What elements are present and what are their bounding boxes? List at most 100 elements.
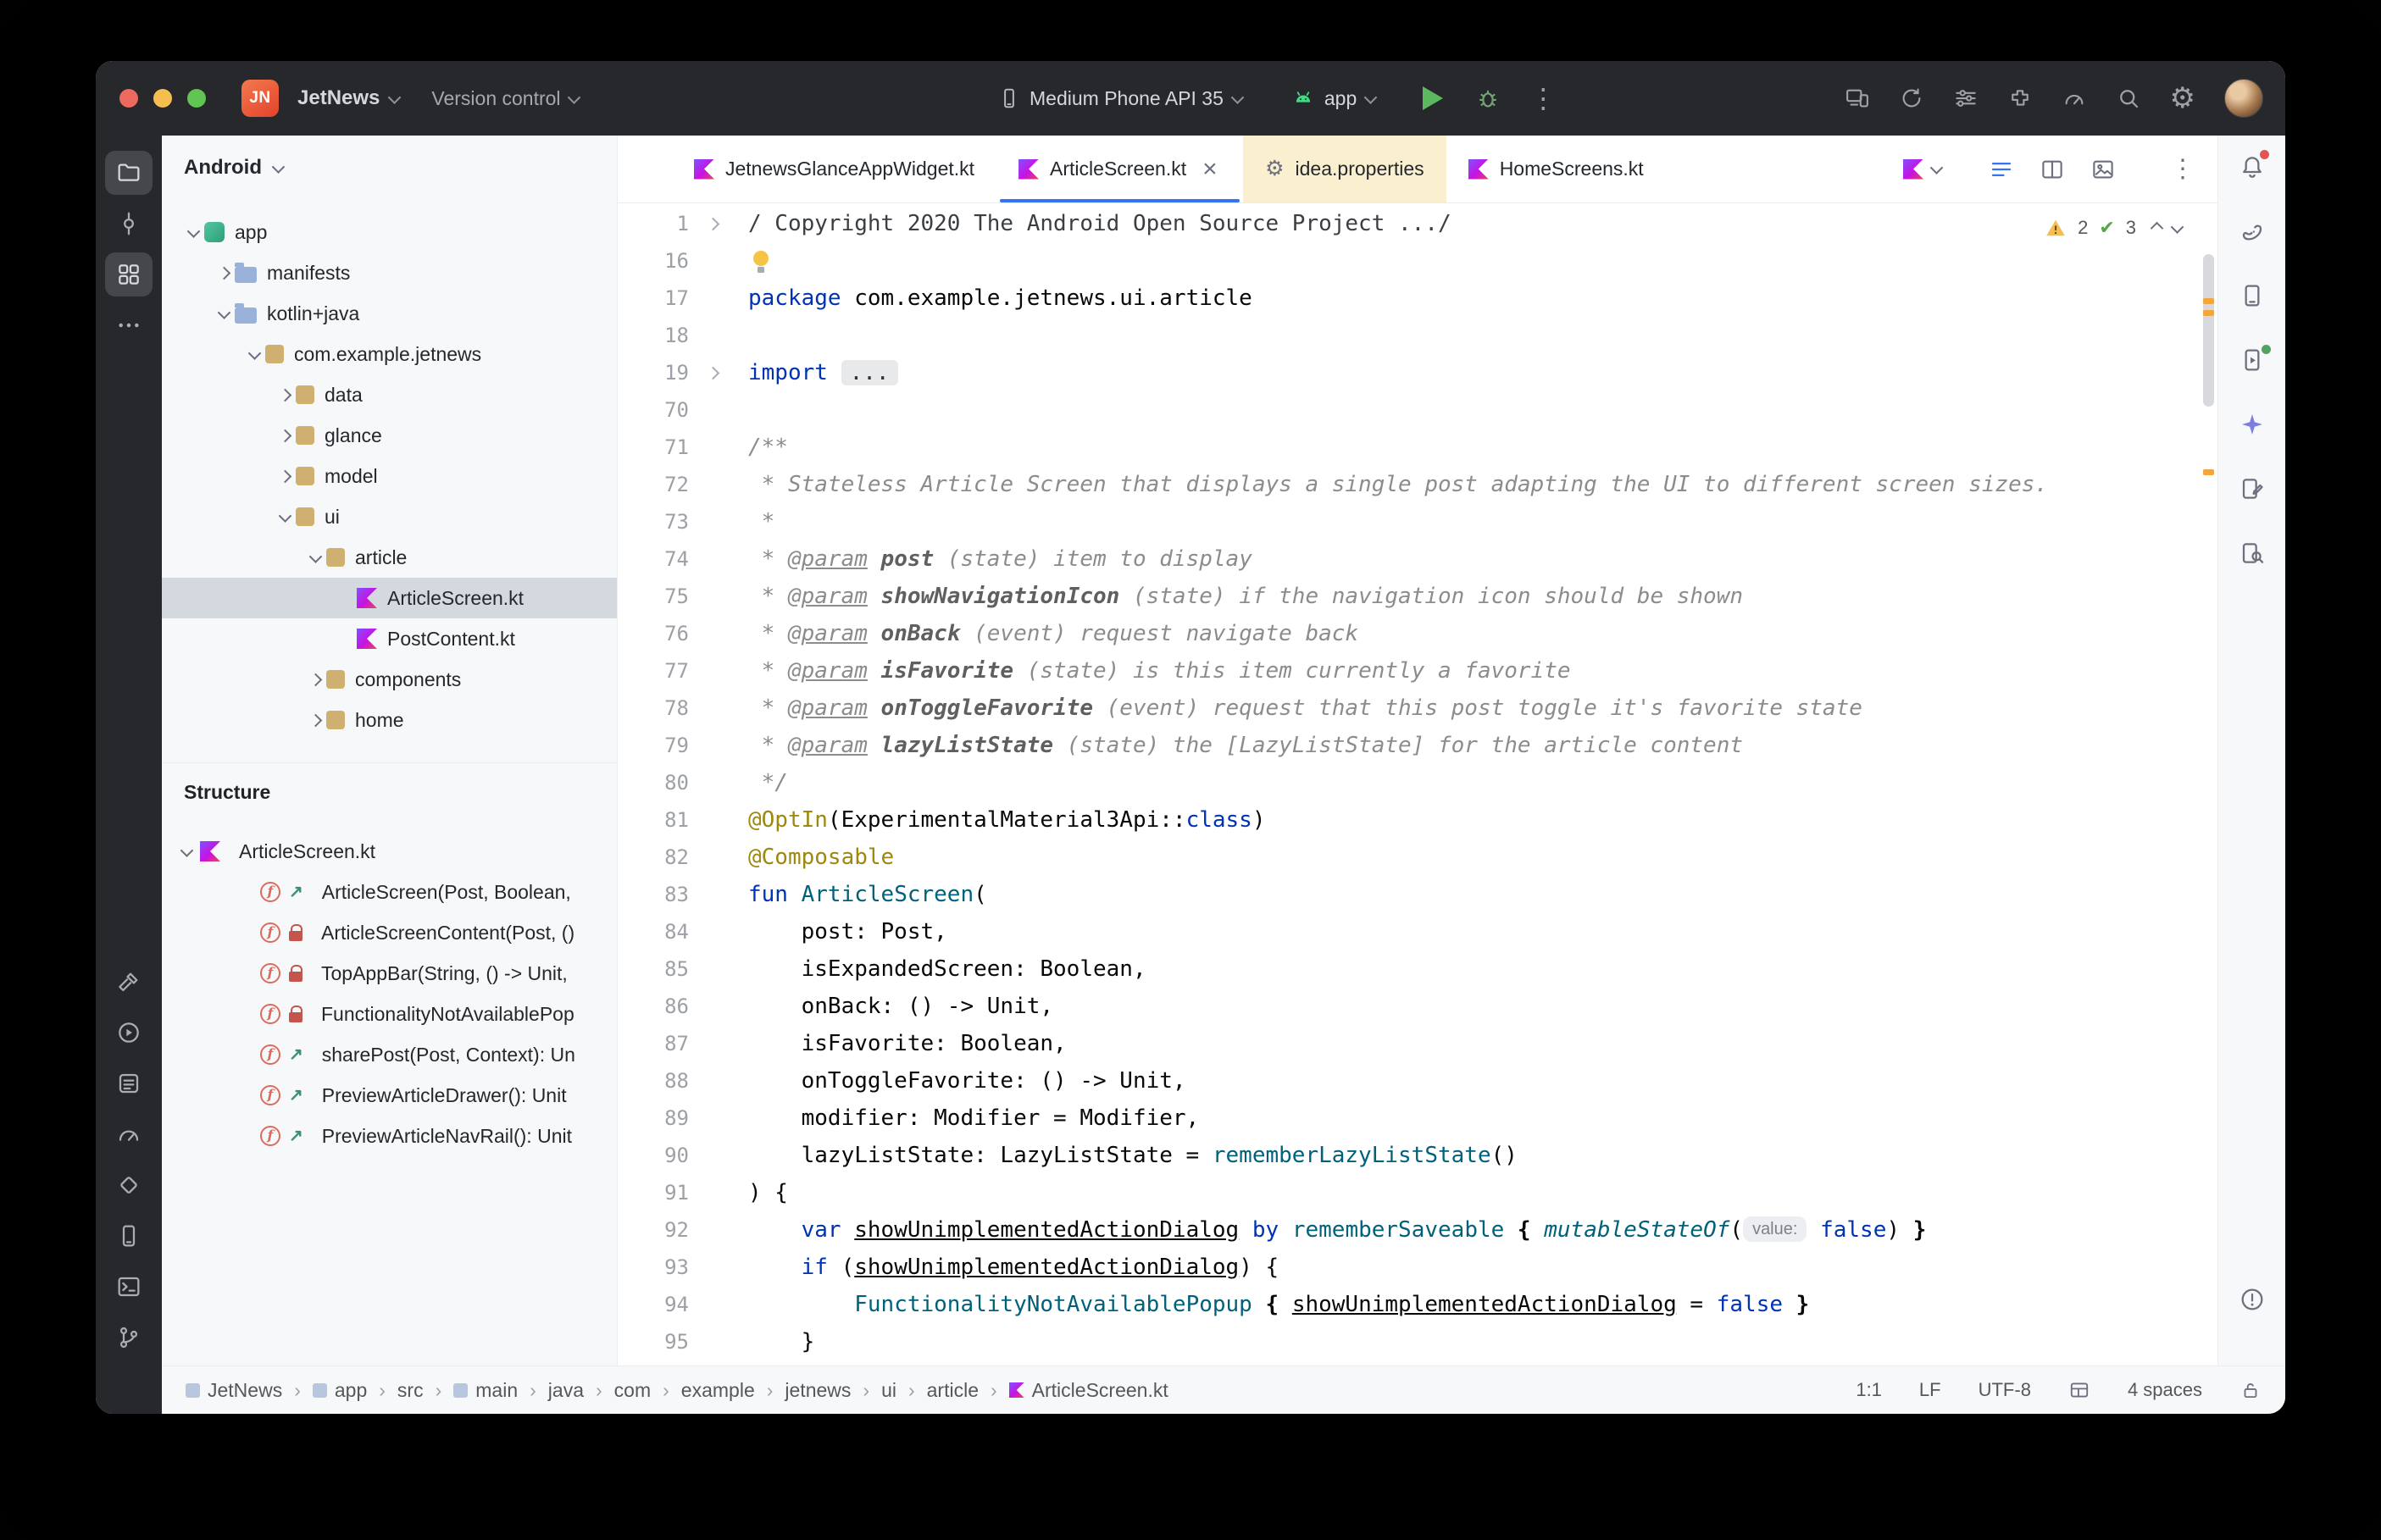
search-everywhere-icon[interactable] bbox=[2116, 86, 2141, 111]
line-number[interactable]: 79 bbox=[618, 727, 689, 764]
chevron-down-icon[interactable] bbox=[180, 844, 194, 857]
line-number[interactable]: 94 bbox=[618, 1286, 689, 1323]
list-view-icon[interactable] bbox=[1989, 157, 2014, 182]
line-number[interactable]: 84 bbox=[618, 913, 689, 950]
chevron-right-icon[interactable] bbox=[308, 713, 322, 727]
fold-icon[interactable] bbox=[706, 217, 719, 230]
project-tree-item[interactable]: PostContent.kt bbox=[162, 618, 617, 659]
intention-bulb-icon[interactable] bbox=[752, 251, 770, 273]
warning-stripe-mark[interactable] bbox=[2203, 298, 2214, 304]
profiler-tool-icon[interactable] bbox=[105, 1112, 153, 1156]
line-number[interactable]: 85 bbox=[618, 950, 689, 988]
minimize-window-button[interactable] bbox=[153, 89, 172, 108]
line-number[interactable]: 19 bbox=[618, 354, 689, 391]
editor-more-options-icon[interactable] bbox=[2170, 157, 2195, 182]
project-tree-item[interactable]: ArticleScreen.kt bbox=[162, 578, 617, 618]
close-window-button[interactable] bbox=[119, 89, 138, 108]
line-number[interactable]: 76 bbox=[618, 615, 689, 652]
plugins-icon[interactable] bbox=[2007, 86, 2033, 111]
line-number[interactable]: 71 bbox=[618, 429, 689, 466]
structure-item[interactable]: ArticleScreen(Post, Boolean, bbox=[162, 872, 617, 912]
device-explorer-tool-icon[interactable] bbox=[105, 1214, 153, 1258]
chevron-right-icon[interactable] bbox=[217, 266, 230, 280]
line-number[interactable]: 17 bbox=[618, 280, 689, 317]
more-tool-windows-icon[interactable] bbox=[105, 303, 153, 347]
structure-item[interactable]: PreviewArticleNavRail(): Unit bbox=[162, 1116, 617, 1156]
avatar[interactable] bbox=[2224, 79, 2263, 118]
version-control-tool-icon[interactable] bbox=[105, 1316, 153, 1360]
settings-gear-icon[interactable] bbox=[2170, 84, 2195, 113]
breadcrumb-item[interactable]: app bbox=[313, 1379, 367, 1402]
project-tree-item[interactable]: manifests bbox=[162, 252, 617, 293]
line-number[interactable]: 75 bbox=[618, 578, 689, 615]
chevron-right-icon[interactable] bbox=[278, 429, 291, 442]
project-tree-item[interactable]: home bbox=[162, 700, 617, 740]
structure-item[interactable]: FunctionalityNotAvailablePop bbox=[162, 994, 617, 1034]
project-tree-item[interactable]: article bbox=[162, 537, 617, 578]
project-tree-item[interactable]: model bbox=[162, 456, 617, 496]
commit-tool-icon[interactable] bbox=[105, 202, 153, 246]
next-problem-icon[interactable] bbox=[2171, 220, 2184, 234]
breadcrumb-item[interactable]: example bbox=[681, 1379, 755, 1402]
inspections-widget[interactable]: 2 3 bbox=[2040, 215, 2187, 241]
breadcrumb-item[interactable]: ui bbox=[881, 1379, 896, 1402]
notifications-bell-icon[interactable] bbox=[2228, 148, 2276, 186]
chevron-right-icon[interactable] bbox=[278, 469, 291, 483]
vcs-menu[interactable]: Version control bbox=[431, 87, 578, 110]
device-selector[interactable]: Medium Phone API 35 bbox=[998, 86, 1242, 111]
breadcrumb-item[interactable]: java bbox=[548, 1379, 584, 1402]
zoom-window-button[interactable] bbox=[187, 89, 206, 108]
warning-stripe-mark[interactable] bbox=[2203, 469, 2214, 475]
line-number[interactable]: 82 bbox=[618, 839, 689, 876]
line-number[interactable]: 92 bbox=[618, 1211, 689, 1249]
editor-tab[interactable]: idea.properties bbox=[1243, 136, 1446, 202]
line-number[interactable]: 77 bbox=[618, 652, 689, 690]
project-view-selector[interactable]: Android bbox=[162, 147, 617, 188]
sync-project-icon[interactable] bbox=[1899, 86, 1924, 111]
gradle-icon[interactable] bbox=[2228, 213, 2276, 250]
chevron-right-icon[interactable] bbox=[308, 673, 322, 686]
line-number[interactable]: 72 bbox=[618, 466, 689, 503]
breadcrumb-item[interactable]: JetNews bbox=[186, 1379, 282, 1402]
logcat-tool-icon[interactable] bbox=[105, 1061, 153, 1105]
line-number[interactable]: 74 bbox=[618, 540, 689, 578]
line-number[interactable]: 78 bbox=[618, 690, 689, 727]
editor-tab[interactable]: HomeScreens.kt bbox=[1446, 136, 1666, 202]
sdk-manager-icon[interactable] bbox=[1953, 86, 1979, 111]
breadcrumb-item[interactable]: article bbox=[927, 1379, 979, 1402]
structure-tool-icon[interactable] bbox=[105, 252, 153, 296]
profiler-icon[interactable] bbox=[2062, 86, 2087, 111]
breadcrumb-item[interactable]: ArticleScreen.kt bbox=[1009, 1379, 1168, 1402]
line-number[interactable]: 95 bbox=[618, 1323, 689, 1360]
project-tree-item[interactable]: com.example.jetnews bbox=[162, 334, 617, 374]
scrollbar-thumb[interactable] bbox=[2203, 254, 2214, 407]
device-manager-icon[interactable] bbox=[2228, 277, 2276, 314]
line-number[interactable]: 16 bbox=[618, 242, 689, 280]
line-number[interactable]: 83 bbox=[618, 876, 689, 913]
line-number[interactable]: 86 bbox=[618, 988, 689, 1025]
services-tool-icon[interactable] bbox=[105, 1011, 153, 1055]
chevron-down-icon[interactable] bbox=[278, 509, 291, 523]
chevron-down-icon[interactable] bbox=[186, 224, 200, 238]
chevron-down-icon[interactable] bbox=[217, 306, 230, 319]
line-number[interactable]: 90 bbox=[618, 1137, 689, 1174]
project-tree-item[interactable]: data bbox=[162, 374, 617, 415]
structure-item[interactable]: ArticleScreenContent(Post, () bbox=[162, 912, 617, 953]
warning-stripe-mark[interactable] bbox=[2203, 310, 2214, 316]
editor-tab[interactable]: JetnewsGlanceAppWidget.kt bbox=[672, 136, 996, 202]
breadcrumb-item[interactable]: main bbox=[453, 1379, 518, 1402]
running-devices-icon[interactable] bbox=[2228, 341, 2276, 379]
build-tool-icon[interactable] bbox=[105, 960, 153, 1004]
line-number[interactable]: 70 bbox=[618, 391, 689, 429]
chevron-down-icon[interactable] bbox=[308, 550, 322, 563]
editor-tab[interactable]: ArticleScreen.kt bbox=[996, 136, 1243, 202]
line-number[interactable]: 89 bbox=[618, 1100, 689, 1137]
gemini-icon[interactable] bbox=[2228, 406, 2276, 443]
line-number[interactable]: 88 bbox=[618, 1062, 689, 1100]
fold-icon[interactable] bbox=[706, 366, 719, 379]
project-tree-item[interactable]: glance bbox=[162, 415, 617, 456]
indent-style[interactable]: 4 spaces bbox=[2128, 1379, 2202, 1401]
line-number[interactable]: 93 bbox=[618, 1249, 689, 1286]
edit-document-icon[interactable] bbox=[2228, 470, 2276, 507]
structure-item[interactable]: TopAppBar(String, () -> Unit, bbox=[162, 953, 617, 994]
